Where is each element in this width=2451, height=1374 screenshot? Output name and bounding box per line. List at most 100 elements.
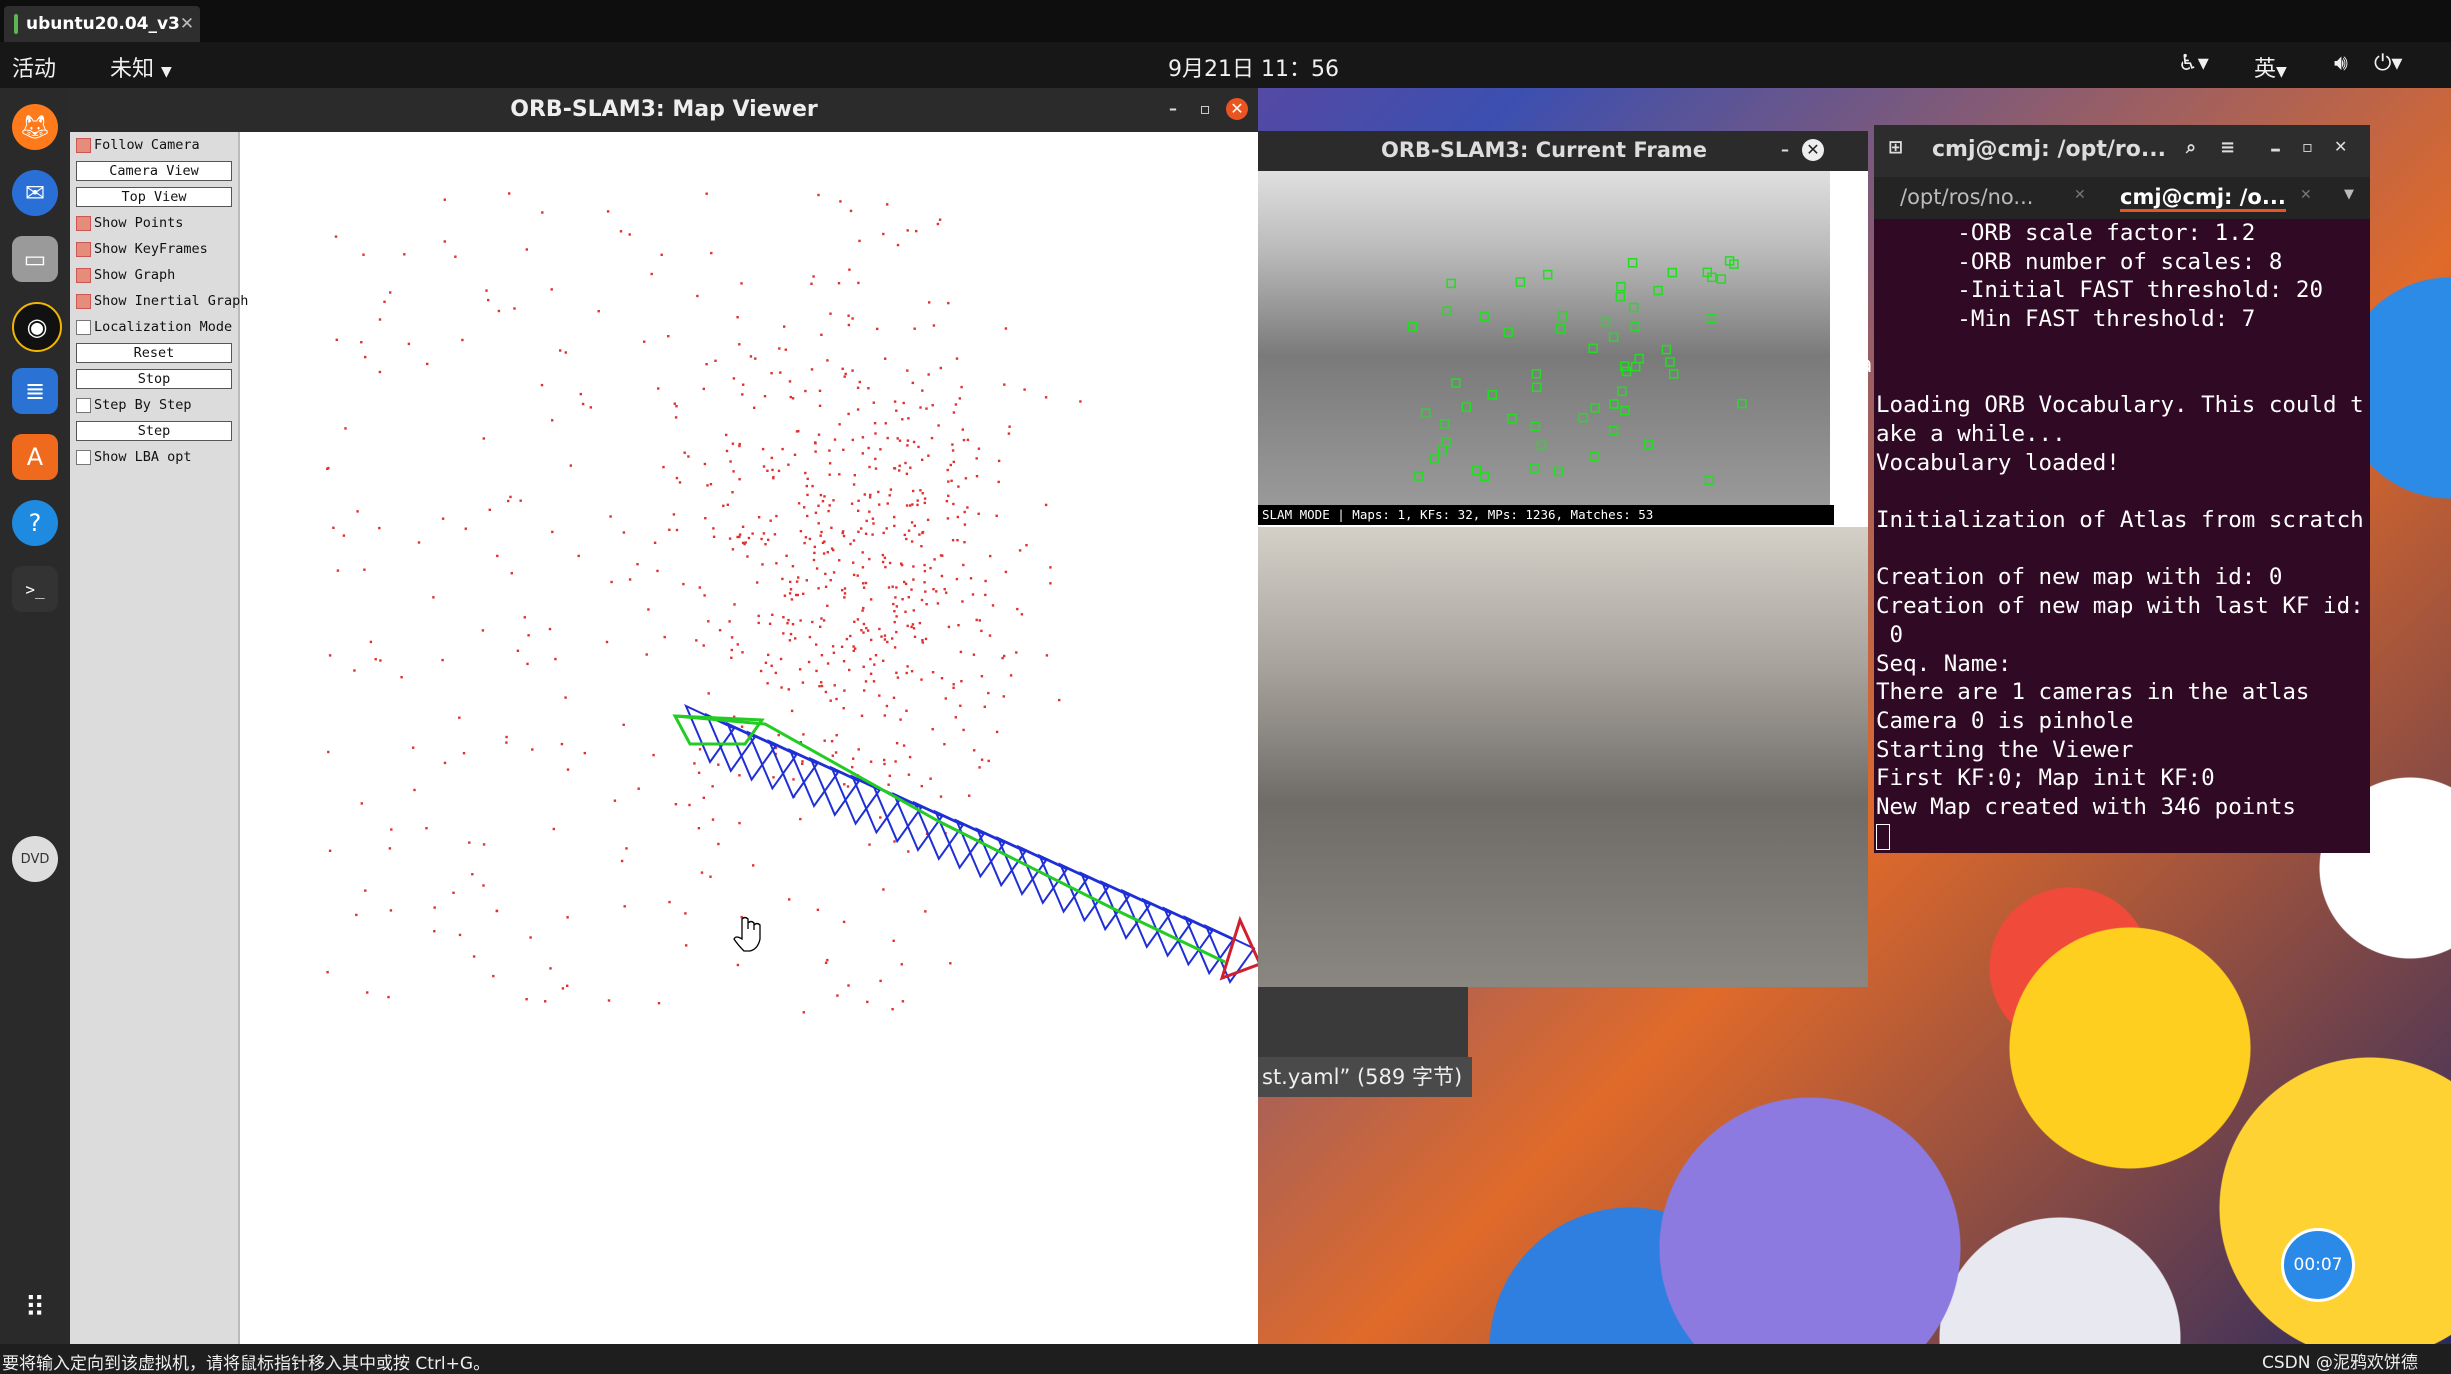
show-lba-opt-checkbox[interactable]: Show LBA opt <box>76 446 192 468</box>
orb-feature <box>1421 408 1431 418</box>
checkbox-label: Localization Mode <box>94 319 233 335</box>
map-point <box>892 939 895 942</box>
close-icon[interactable]: ✕ <box>2300 187 2312 203</box>
map-point <box>770 664 773 667</box>
orb-feature <box>1529 463 1539 473</box>
show-inertial-graph-checkbox[interactable]: Show Inertial Graph <box>76 290 248 312</box>
map-point <box>951 539 955 542</box>
reset-button[interactable]: Reset <box>76 343 232 363</box>
thunderbird-icon[interactable]: ✉ <box>12 170 58 216</box>
minimize-icon[interactable]: – <box>1774 139 1796 161</box>
firefox-icon[interactable]: 🦊︎ <box>12 104 58 150</box>
map-point <box>729 460 732 463</box>
close-icon[interactable]: ✕ <box>2074 187 2086 203</box>
map-point <box>378 526 381 530</box>
close-icon[interactable]: ✕ <box>1802 139 1824 161</box>
map-point <box>946 517 950 520</box>
chevron-down-icon[interactable]: ▼ <box>2344 187 2354 202</box>
close-icon[interactable]: ✕ <box>180 14 194 34</box>
close-icon[interactable]: ✕ <box>1226 98 1248 120</box>
new-tab-icon[interactable]: ⊞ <box>1888 137 1903 158</box>
minimize-icon[interactable]: – <box>1162 98 1184 120</box>
map-point <box>931 671 935 674</box>
show-keyframes-checkbox[interactable]: Show KeyFrames <box>76 238 208 260</box>
files-icon[interactable]: ▭ <box>12 236 58 282</box>
show-graph-checkbox[interactable]: Show Graph <box>76 264 175 286</box>
map-point <box>857 530 860 533</box>
stop-button[interactable]: Stop <box>76 369 232 389</box>
map-point <box>847 984 850 987</box>
writer-icon[interactable]: ≣ <box>12 368 58 414</box>
vm-tab[interactable]: ubuntu20.04_v3 ✕ <box>4 6 200 42</box>
help-icon[interactable]: ? <box>12 500 58 546</box>
software-icon[interactable]: A <box>12 434 58 480</box>
activities-button[interactable]: 活动 <box>12 51 56 83</box>
step-by-step-checkbox[interactable]: Step By Step <box>76 394 192 416</box>
maximize-icon[interactable]: ▫ <box>1194 98 1216 120</box>
map-point <box>925 407 928 410</box>
top-view-button[interactable]: Top View <box>76 187 232 207</box>
map-point <box>606 210 610 213</box>
map-3d-canvas[interactable] <box>240 132 1258 1344</box>
map-point <box>951 449 955 452</box>
map-point <box>788 639 792 642</box>
map-point <box>741 525 745 528</box>
map-point <box>817 587 820 590</box>
map-point <box>795 580 799 583</box>
map-point <box>433 906 436 909</box>
map-point <box>487 298 490 302</box>
power-icon[interactable]: ⏻▾ <box>2374 51 2402 76</box>
map-point <box>921 530 925 534</box>
show-points-checkbox[interactable]: Show Points <box>76 212 183 234</box>
camera-view-button[interactable]: Camera View <box>76 161 232 181</box>
current-frame-titlebar[interactable]: ORB-SLAM3: Current Frame – ✕ <box>1258 131 1868 171</box>
dvd-icon[interactable]: DVD <box>12 836 58 882</box>
map-point <box>838 473 841 476</box>
maximize-icon[interactable]: ▫ <box>2302 137 2313 156</box>
map-point <box>842 920 846 924</box>
localization-mode-checkbox[interactable]: Localization Mode <box>76 316 232 338</box>
terminal-tab-active[interactable]: cmj@cmj: /o... <box>2120 185 2286 212</box>
map-point <box>710 251 713 255</box>
map-point <box>836 994 839 997</box>
app-grid-icon[interactable]: ⠿ <box>12 1284 58 1330</box>
map-point <box>328 849 332 852</box>
terminal-tab[interactable]: /opt/ros/no... <box>1900 185 2033 209</box>
app-menu-button[interactable]: 未知 ▼ <box>110 51 172 83</box>
map-viewer-window: ORB-SLAM3: Map Viewer – ▫ ✕ Follow Camer… <box>70 88 1258 1344</box>
map-point <box>819 493 823 497</box>
map-point <box>869 760 873 763</box>
map-point <box>889 488 893 491</box>
terminal-output[interactable]: -ORB scale factor: 1.2 -ORB number of sc… <box>1876 219 2366 850</box>
terminal-titlebar[interactable]: ⊞ cmj@cmj: /opt/ro... ⌕ ≡ – ▫ ✕ <box>1874 125 2370 177</box>
map-point <box>802 733 805 736</box>
map-point <box>777 469 781 473</box>
map-viewer-titlebar[interactable]: ORB-SLAM3: Map Viewer – ▫ ✕ <box>70 88 1258 132</box>
map-point <box>509 495 512 499</box>
map-point <box>458 716 461 719</box>
terminal-icon[interactable]: >_ <box>12 566 58 612</box>
close-icon[interactable]: ✕ <box>2334 137 2347 156</box>
clock[interactable]: 9月21日 11：56 <box>1168 51 1339 83</box>
search-icon[interactable]: ⌕ <box>2186 137 2196 158</box>
menu-icon[interactable]: ≡ <box>2220 137 2235 158</box>
minimize-icon[interactable]: – <box>2270 137 2281 162</box>
map-point <box>794 637 797 640</box>
map-point <box>908 755 912 759</box>
volume-icon[interactable]: 🔊︎ <box>2334 51 2348 76</box>
follow-camera-checkbox[interactable]: Follow Camera <box>76 134 200 156</box>
rhythmbox-icon[interactable]: ◉ <box>12 302 62 352</box>
map-point <box>929 566 932 570</box>
map-point <box>678 481 682 484</box>
map-point <box>801 760 804 763</box>
map-point <box>826 958 829 962</box>
step-button[interactable]: Step <box>76 421 232 441</box>
map-point <box>763 395 767 398</box>
recording-timer[interactable]: 00:07 <box>2281 1228 2355 1302</box>
map-point <box>891 637 894 640</box>
input-method-button[interactable]: 英▼ <box>2254 51 2287 83</box>
accessibility-icon[interactable]: ♿︎▾ <box>2178 51 2209 76</box>
map-point <box>817 522 820 525</box>
map-point <box>458 933 462 937</box>
orb-feature <box>1531 382 1542 393</box>
